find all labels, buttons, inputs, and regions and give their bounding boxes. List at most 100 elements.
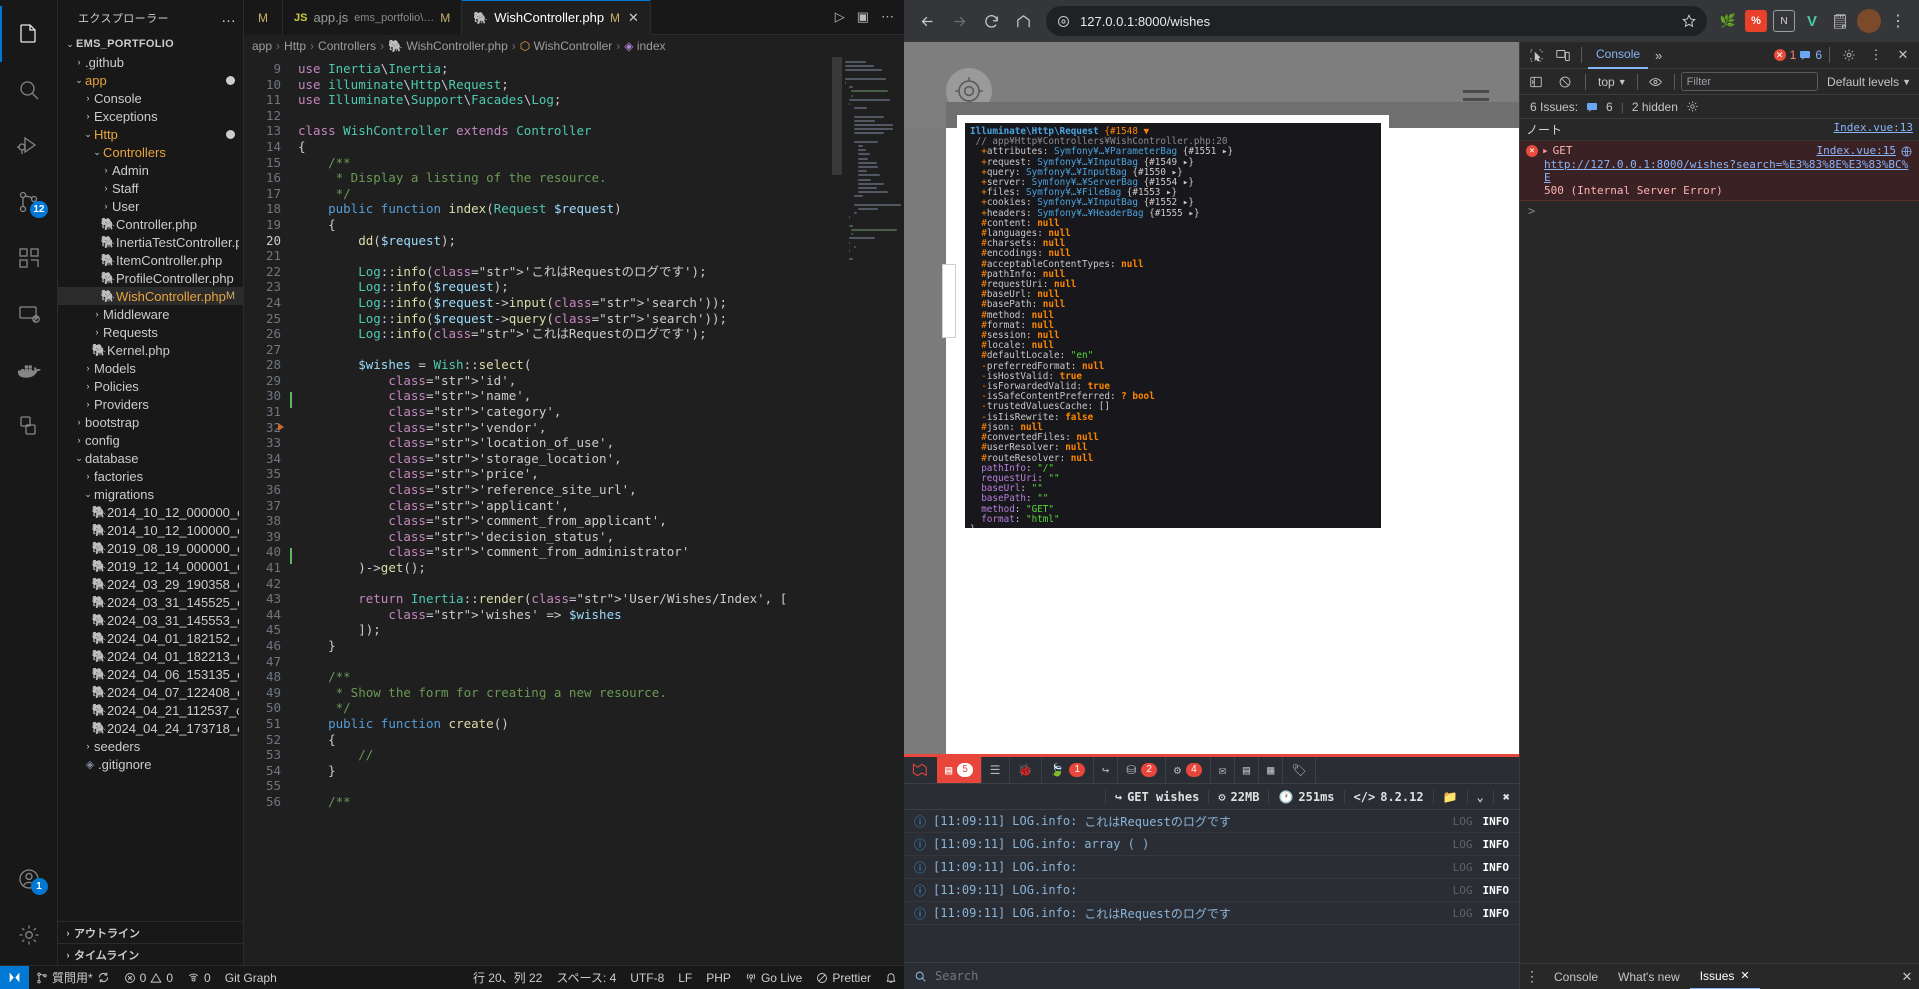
- debugbar-search-input[interactable]: [935, 969, 1509, 983]
- debugbar-tab-route[interactable]: ↪: [1094, 757, 1119, 783]
- tree-item[interactable]: ⌄ Http: [58, 125, 243, 143]
- status-problems[interactable]: 0 0: [117, 966, 180, 989]
- drawer-tab-close-icon[interactable]: ✕: [1740, 969, 1749, 982]
- code-line[interactable]: class="str">'decision_status',: [290, 529, 904, 545]
- debugbar-log-row[interactable]: ⓘ [11:09:11] LOG.info: array ( ) LOG INFO: [904, 833, 1519, 856]
- code-line[interactable]: //: [290, 747, 904, 763]
- code-line[interactable]: class="str">'reference_site_url',: [290, 482, 904, 498]
- debugbar-tab-exceptions[interactable]: 🐞: [1010, 757, 1042, 783]
- code-line[interactable]: {: [290, 217, 904, 233]
- code-line[interactable]: Log::info(class="str">'これはRequestのログです')…: [290, 326, 904, 342]
- chevron-down-icon[interactable]: ⌄: [91, 147, 103, 158]
- devtools-issue-count[interactable]: 6: [1799, 48, 1822, 62]
- url-text[interactable]: 127.0.0.1:8000/wishes: [1080, 14, 1672, 29]
- tree-item[interactable]: › Exceptions: [58, 107, 243, 125]
- code-line[interactable]: [290, 778, 904, 794]
- status-go-live[interactable]: Go Live: [738, 966, 809, 989]
- activity-source-control[interactable]: 12: [0, 174, 58, 230]
- tree-item[interactable]: › Admin: [58, 161, 243, 179]
- tree-item[interactable]: 🐘2014_10_12_000000_create_user…: [58, 503, 243, 521]
- code-line[interactable]: /**: [290, 669, 904, 685]
- tree-item[interactable]: › Requests: [58, 323, 243, 341]
- tree-item[interactable]: › Policies: [58, 377, 243, 395]
- sidebar-section[interactable]: › アウトライン: [58, 921, 243, 943]
- log-source-link[interactable]: Index.vue:13: [1834, 121, 1913, 134]
- chevron-right-icon[interactable]: ›: [82, 363, 94, 373]
- code-line[interactable]: class WishController extends Controller: [290, 123, 904, 139]
- status-eol[interactable]: LF: [671, 966, 699, 989]
- code-line[interactable]: [290, 654, 904, 670]
- activity-extensions[interactable]: [0, 230, 58, 286]
- tab-overflow[interactable]: M: [244, 0, 283, 35]
- tree-item[interactable]: › Console: [58, 89, 243, 107]
- code-line[interactable]: }: [290, 763, 904, 779]
- editor-scrollbar[interactable]: [832, 57, 842, 175]
- debugbar-tab-tag[interactable]: 🏷: [1283, 757, 1316, 783]
- chevron-right-icon[interactable]: ›: [73, 57, 85, 67]
- sidebar-section[interactable]: › タイムライン: [58, 943, 243, 965]
- tree-item[interactable]: 🐘2024_03_29_190358_create_inert…: [58, 575, 243, 593]
- extension-green-icon[interactable]: 🌿: [1717, 10, 1739, 32]
- tree-item[interactable]: 🐘2014_10_12_100000_create_pass…: [58, 521, 243, 539]
- gear-icon[interactable]: [1686, 100, 1699, 113]
- code-line[interactable]: )->get();: [290, 560, 904, 576]
- drawer-tab-console[interactable]: Console: [1544, 964, 1608, 989]
- code-line[interactable]: public function index(Request $request): [290, 201, 904, 217]
- tree-item[interactable]: 🐘2024_04_01_182152_create_staff…: [58, 629, 243, 647]
- tree-item[interactable]: 🐘 WishController.php M: [58, 287, 243, 305]
- code-line[interactable]: class="str">'id',: [290, 373, 904, 389]
- code-line[interactable]: * Display a listing of the resource.: [290, 170, 904, 186]
- tree-item[interactable]: 🐘2019_12_14_000001_create_pers…: [58, 557, 243, 575]
- tree-item[interactable]: 🐘2024_04_21_112537_create_acqu…: [58, 701, 243, 719]
- debugbar-tab-session[interactable]: ▤: [1235, 757, 1260, 783]
- code-line[interactable]: [290, 342, 904, 358]
- status-branch[interactable]: 質問用*: [29, 966, 117, 989]
- tree-item[interactable]: 🐘2019_08_19_000000_create_faile…: [58, 539, 243, 557]
- tree-item[interactable]: › .github: [58, 53, 243, 71]
- code-line[interactable]: $wishes = Wish::select(: [290, 357, 904, 373]
- status-ports[interactable]: 0: [180, 966, 218, 989]
- chevron-right-icon[interactable]: ›: [73, 417, 85, 427]
- code-line[interactable]: {: [290, 139, 904, 155]
- console-log-line[interactable]: ノート Index.vue:13: [1520, 119, 1919, 141]
- tab-app-js[interactable]: JS app.js ems_portfolio\… M: [283, 0, 463, 35]
- code-line[interactable]: class="str">'comment_from_applicant',: [290, 513, 904, 529]
- debugbar-tab-timeline[interactable]: ☰: [982, 757, 1010, 783]
- chevron-right-icon[interactable]: ›: [100, 183, 112, 193]
- tree-item[interactable]: ⌄ Controllers: [58, 143, 243, 161]
- debugbar-meta-route-arrow[interactable]: ↪ GET wishes: [1104, 789, 1208, 804]
- tab-close-icon[interactable]: ✕: [628, 10, 639, 26]
- breadcrumb-item[interactable]: Http: [284, 39, 306, 53]
- breadcrumb-item[interactable]: Controllers: [318, 39, 376, 53]
- chevron-right-icon[interactable]: ›: [82, 111, 94, 121]
- code-line[interactable]: ]);: [290, 622, 904, 638]
- extension-percent-icon[interactable]: %: [1745, 10, 1767, 32]
- tree-item[interactable]: 🐘2024_03_31_145525_create_staff…: [58, 593, 243, 611]
- code-line[interactable]: [290, 108, 904, 124]
- tree-item[interactable]: › Middleware: [58, 305, 243, 323]
- debugbar-tab-mails[interactable]: ✉: [1211, 757, 1235, 783]
- debugbar-meta-folder[interactable]: 📁: [1432, 789, 1467, 804]
- devtools-settings-icon[interactable]: [1837, 44, 1861, 66]
- code-line[interactable]: use illuminate\Http\Request;: [290, 77, 904, 93]
- debugbar-meta[interactable]: ↪ GET wishes ⚙ 22MB 🕐 251ms </> 8.2.12 📁 ⌄ ✖: [904, 784, 1519, 810]
- debugbar-meta-close[interactable]: ✖: [1492, 789, 1519, 804]
- activity-accounts[interactable]: 1: [0, 851, 58, 907]
- chevron-right-icon[interactable]: ›: [82, 471, 94, 481]
- code-line[interactable]: /**: [290, 794, 904, 810]
- debugbar-tab-messages[interactable]: ▤ 5: [937, 757, 982, 783]
- minimap[interactable]: [842, 57, 904, 965]
- three-dot-menu-icon[interactable]: ⋮: [1887, 10, 1909, 32]
- run-icon[interactable]: ▷: [835, 9, 845, 25]
- drawer-close-icon[interactable]: ✕: [1895, 966, 1919, 988]
- code-line[interactable]: Log::info($request->input(class="str">'s…: [290, 295, 904, 311]
- activity-run-debug[interactable]: [0, 118, 58, 174]
- code-line[interactable]: class="str">'storage_location',: [290, 451, 904, 467]
- tab-wishcontroller-php[interactable]: 🐘 WishController.php M ✕: [462, 0, 651, 35]
- star-icon[interactable]: [1681, 13, 1697, 29]
- chevron-right-icon[interactable]: ›: [82, 399, 94, 409]
- tree-item[interactable]: 🐘 ItemController.php: [58, 251, 243, 269]
- code-line[interactable]: Log::info($request);: [290, 279, 904, 295]
- chevron-right-icon[interactable]: ›: [82, 381, 94, 391]
- code-line[interactable]: return Inertia::render(class="str">'User…: [290, 591, 904, 607]
